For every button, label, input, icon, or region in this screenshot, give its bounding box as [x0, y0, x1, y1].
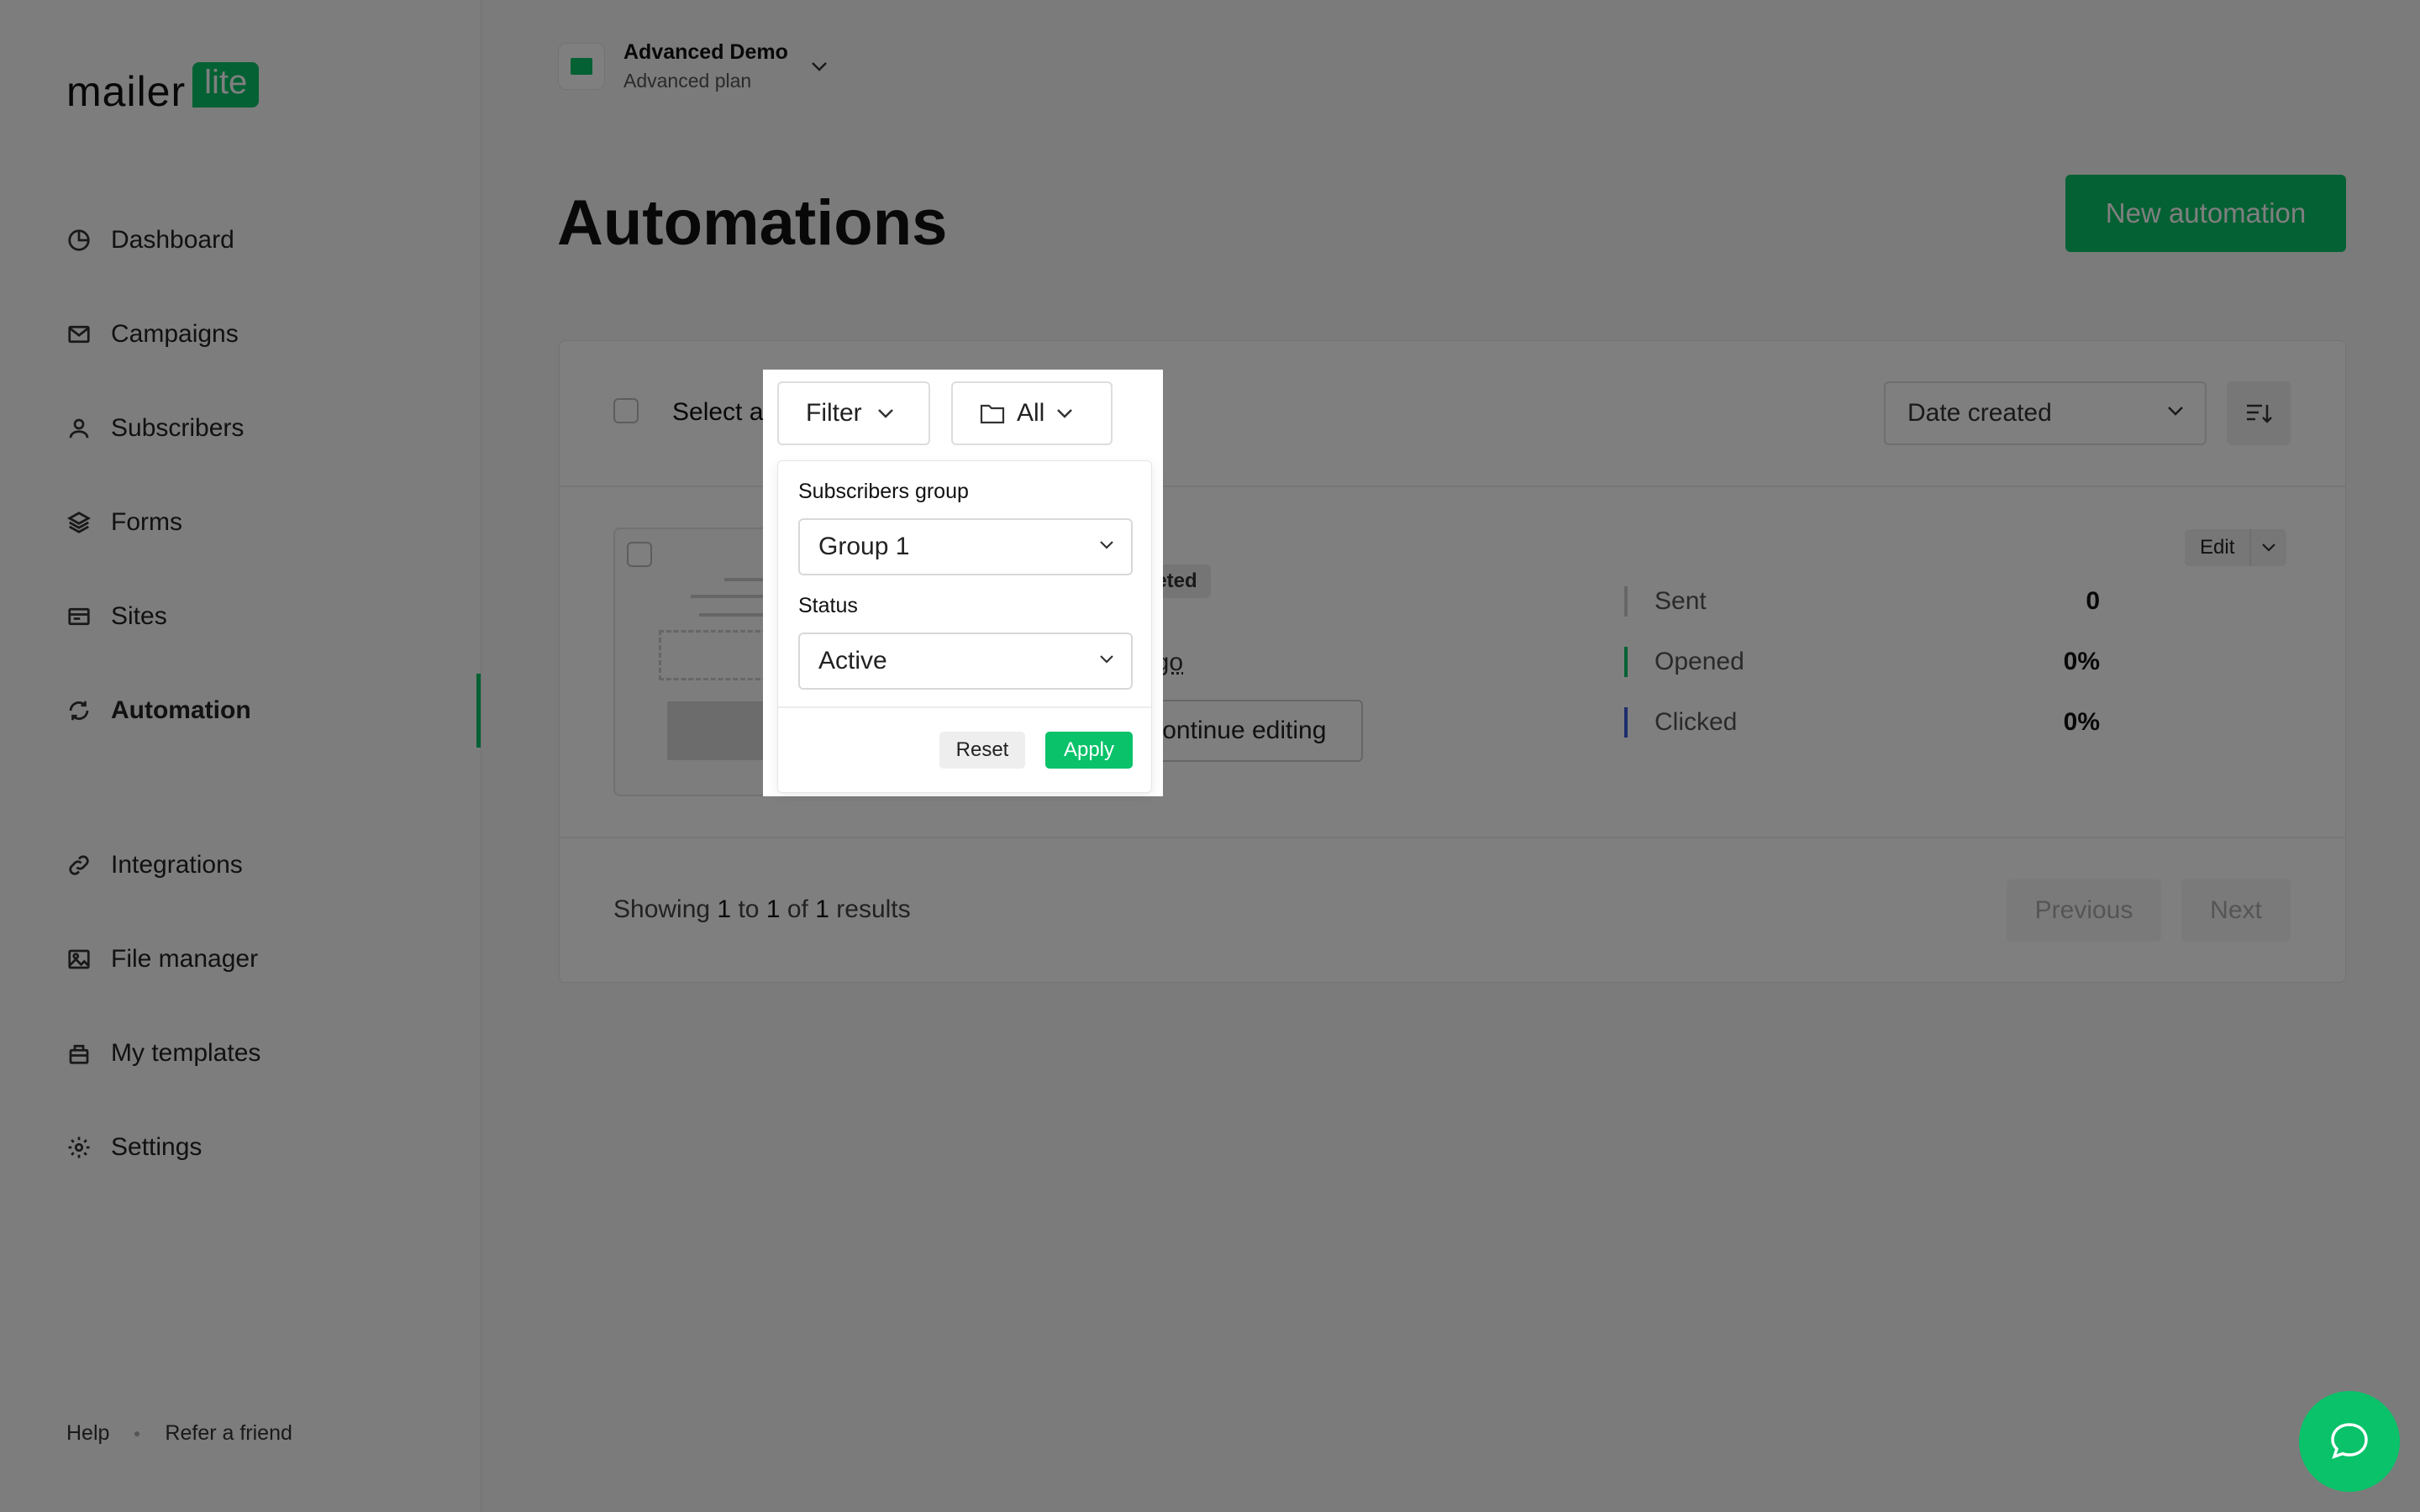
modal-overlay[interactable]: [0, 0, 2420, 1512]
chevron-down-icon: [1057, 409, 1073, 418]
subscribers-group-value: Group 1: [818, 533, 910, 560]
panel-divider: [778, 706, 1151, 708]
folder-icon: [980, 404, 1005, 424]
filter-button-label: Filter: [806, 399, 862, 427]
chevron-down-icon: [1100, 655, 1113, 664]
reset-button[interactable]: Reset: [939, 732, 1025, 769]
chat-launcher[interactable]: [2299, 1391, 2400, 1492]
filter-panel: Subscribers group Group 1 Status Active …: [777, 460, 1152, 793]
folder-select-value: All: [1017, 399, 1045, 427]
status-value: Active: [818, 647, 887, 675]
status-select[interactable]: Active: [798, 633, 1133, 690]
subscribers-group-select[interactable]: Group 1: [798, 518, 1133, 575]
status-label: Status: [798, 594, 858, 617]
apply-button[interactable]: Apply: [1045, 732, 1133, 769]
folder-select[interactable]: All: [951, 381, 1113, 445]
filter-button[interactable]: Filter: [777, 381, 930, 445]
chevron-down-icon: [877, 409, 893, 418]
subscribers-group-label: Subscribers group: [798, 480, 969, 503]
chat-icon: [2331, 1423, 2368, 1459]
chevron-down-icon: [1100, 541, 1113, 549]
